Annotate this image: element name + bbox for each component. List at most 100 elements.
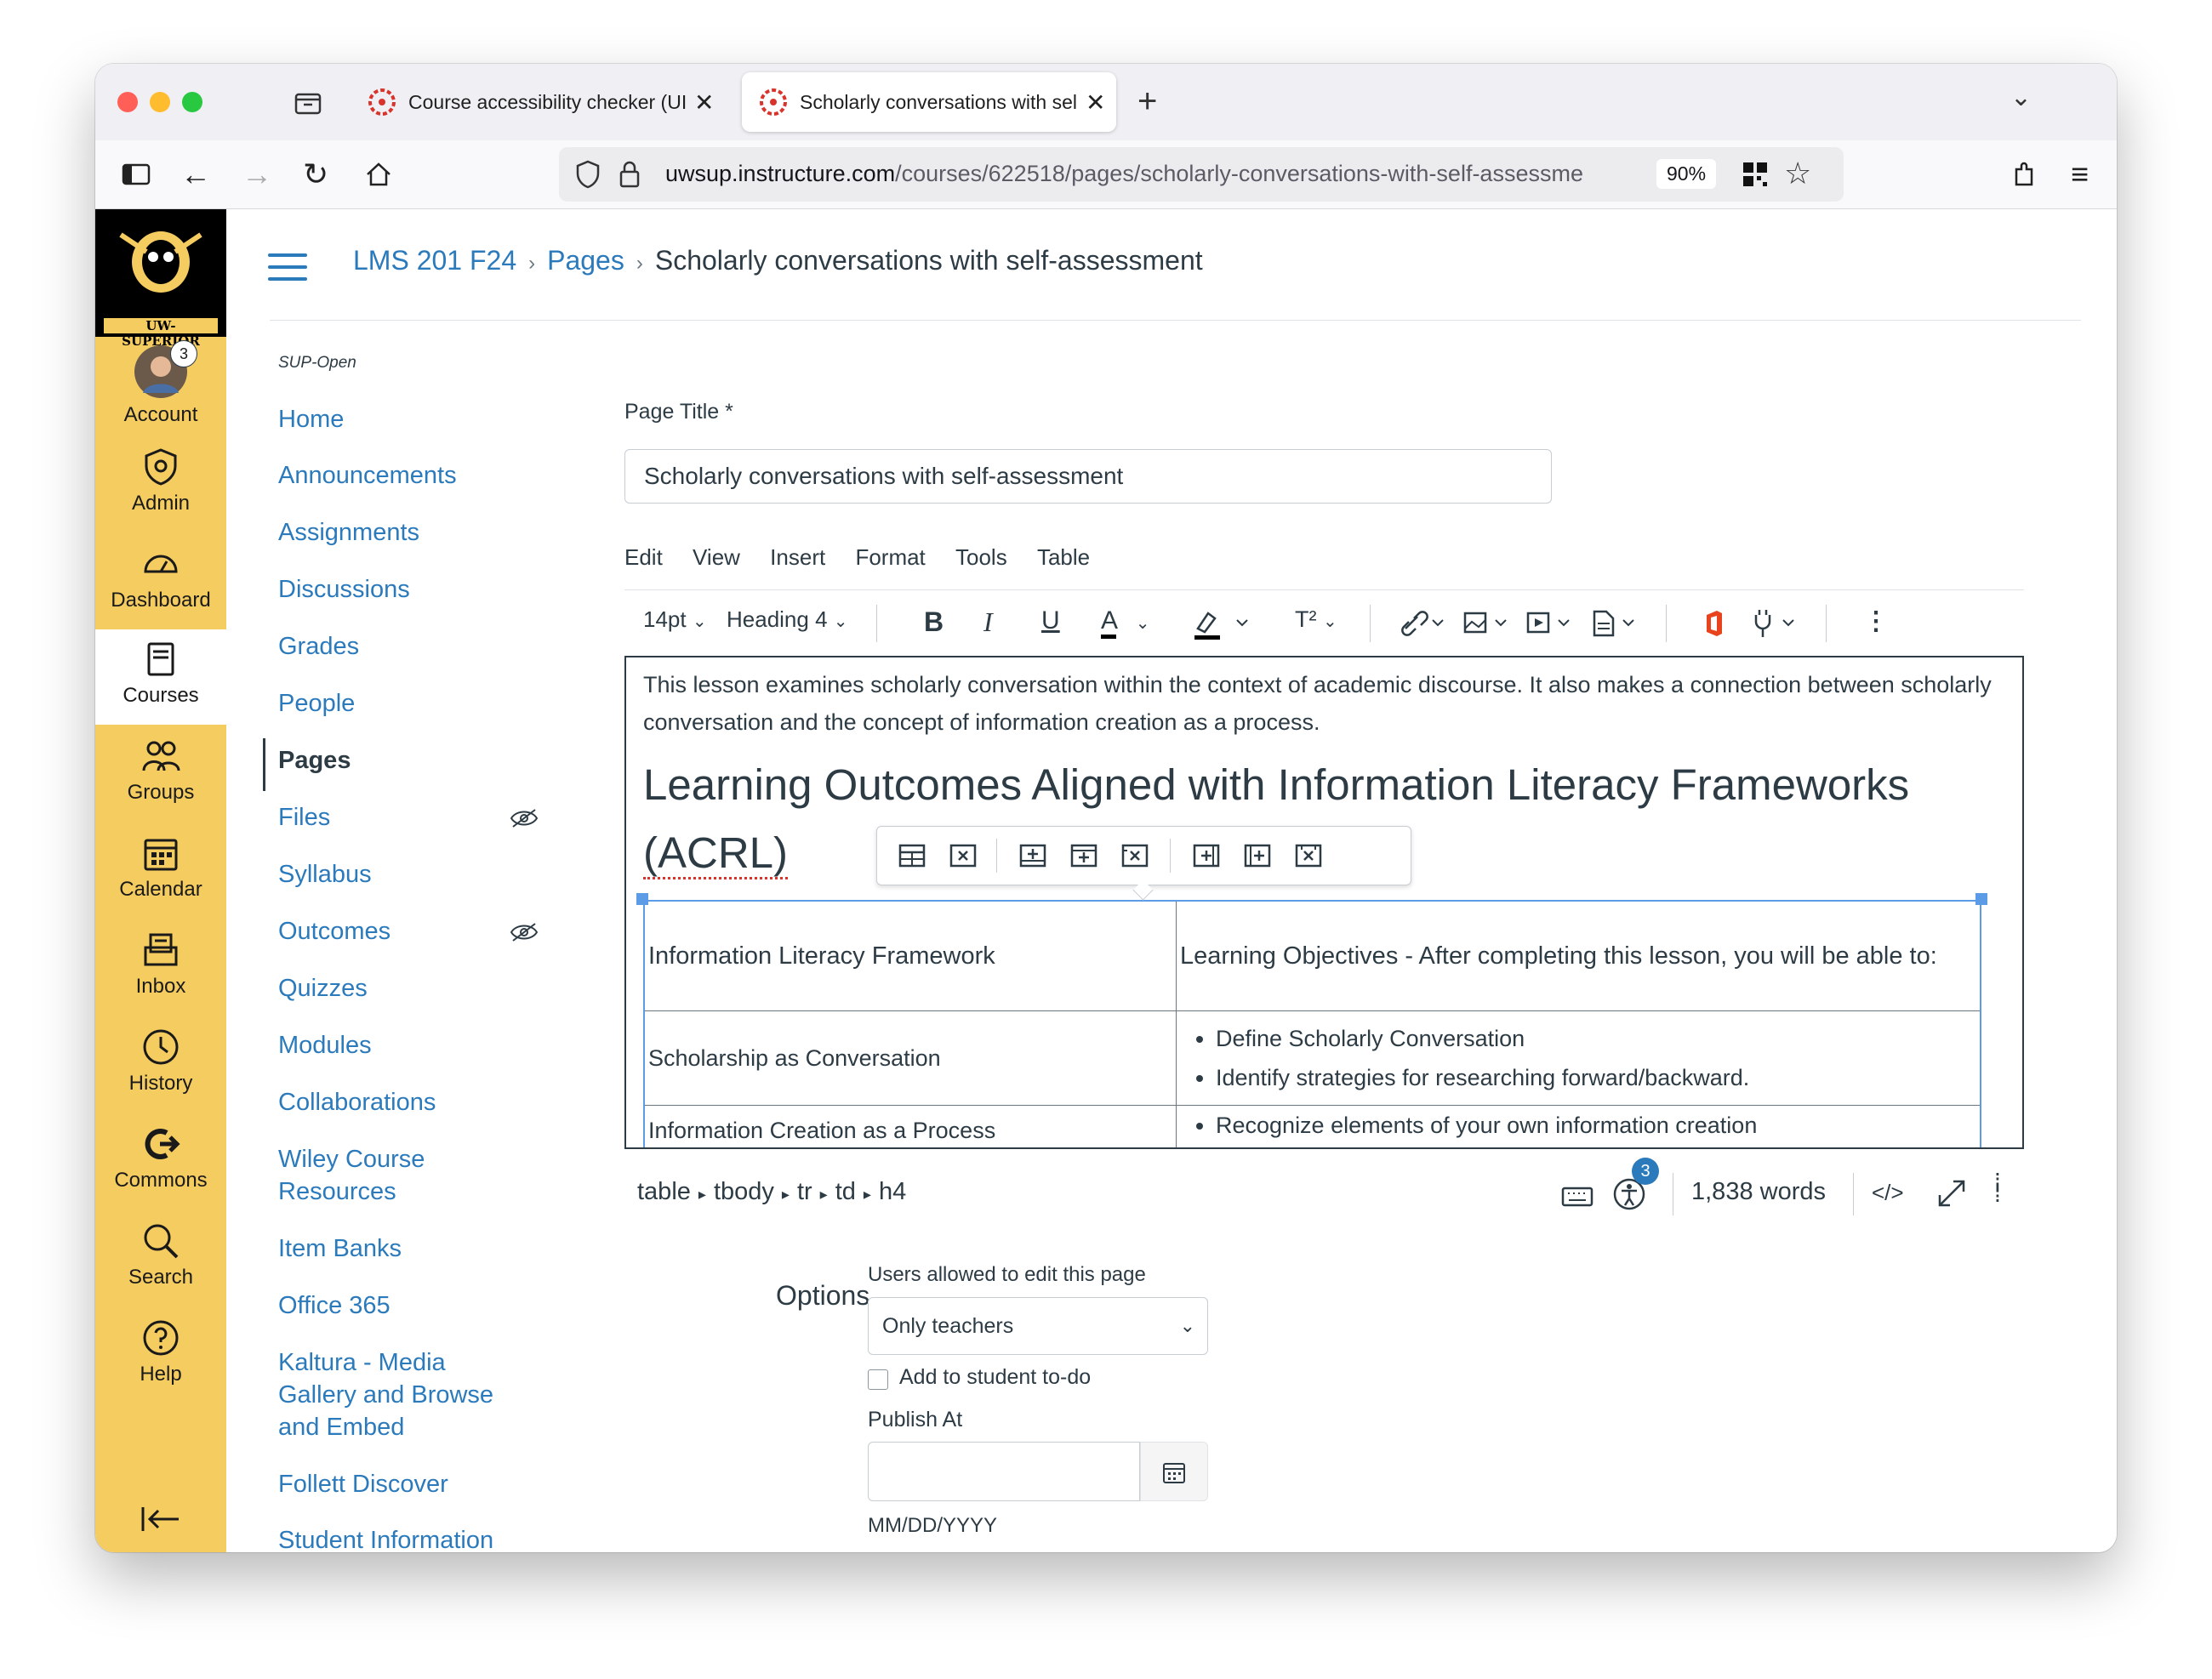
course-nav-kaltura[interactable]: Kaltura - Media Gallery and Browse and E… <box>278 1346 499 1443</box>
superscript-icon[interactable]: T² ⌄ <box>1295 606 1337 633</box>
gnav-dashboard[interactable]: Dashboard <box>95 534 226 629</box>
course-nav-follett[interactable]: Follett Discover <box>278 1468 448 1500</box>
table-cell[interactable]: Recognize elements of your own informati… <box>1176 1105 1981 1147</box>
insert-column-after-icon[interactable] <box>1243 841 1272 870</box>
more-options-icon[interactable]: ⋮ <box>1863 606 1889 636</box>
qr-code-icon[interactable] <box>1742 161 1769 188</box>
course-nav-item-banks[interactable]: Item Banks <box>278 1232 402 1265</box>
menu-edit[interactable]: Edit <box>624 544 663 570</box>
path-item[interactable]: td <box>835 1178 856 1205</box>
resize-handle[interactable] <box>1975 893 1987 905</box>
media-icon[interactable] <box>1525 606 1576 640</box>
gnav-help[interactable]: Help <box>95 1308 226 1403</box>
gnav-admin[interactable]: Admin <box>95 437 226 532</box>
minimize-window-button[interactable] <box>150 92 170 112</box>
tab-accessibility-checker[interactable]: Course accessibility checker (UI ✕ <box>351 72 733 132</box>
gnav-courses[interactable]: Courses <box>95 629 226 725</box>
course-nav-modules[interactable]: Modules <box>278 1029 372 1061</box>
italic-icon[interactable]: I <box>983 606 993 638</box>
editor-content-area[interactable]: This lesson examines scholarly conversat… <box>624 656 2024 1149</box>
path-item[interactable]: tbody <box>714 1178 774 1205</box>
back-icon[interactable]: ← <box>180 157 211 191</box>
outcomes-table[interactable]: Information Literacy Framework Learning … <box>643 900 1981 1147</box>
maximize-window-button[interactable] <box>182 92 202 112</box>
menu-format[interactable]: Format <box>855 544 925 570</box>
menu-tools[interactable]: Tools <box>955 544 1007 570</box>
users-allowed-select[interactable]: Only teachers ⌄ <box>868 1297 1208 1355</box>
resize-handle[interactable] <box>636 893 648 905</box>
zoom-level[interactable]: 90% <box>1656 159 1717 189</box>
course-nav-syllabus[interactable]: Syllabus <box>278 858 372 891</box>
close-icon[interactable]: ✕ <box>1086 88 1105 117</box>
block-format-select[interactable]: Heading 4 ⌄ <box>727 606 848 633</box>
image-icon[interactable] <box>1462 606 1513 640</box>
path-item[interactable]: table <box>637 1178 691 1205</box>
new-tab-icon[interactable]: + <box>1137 83 1157 121</box>
close-icon[interactable]: ✕ <box>694 88 714 117</box>
plugin-icon[interactable] <box>1749 606 1800 640</box>
forward-icon[interactable]: → <box>242 157 272 191</box>
bold-icon[interactable]: B <box>924 606 944 638</box>
home-icon[interactable] <box>363 157 394 191</box>
word-count[interactable]: 1,838 words <box>1691 1178 1826 1206</box>
course-nav-collaborations[interactable]: Collaborations <box>278 1086 436 1118</box>
insert-row-before-icon[interactable] <box>1018 841 1047 870</box>
course-nav-grades[interactable]: Grades <box>278 630 359 663</box>
menu-table[interactable]: Table <box>1037 544 1090 570</box>
gnav-account[interactable]: 3 Account <box>95 339 226 434</box>
tab-overview-icon[interactable] <box>293 88 323 118</box>
breadcrumb-course-link[interactable]: LMS 201 F24 <box>353 245 516 276</box>
menu-icon[interactable]: ≡ <box>2071 157 2089 191</box>
office-365-icon[interactable] <box>1702 606 1727 640</box>
collapse-nav-icon[interactable] <box>140 1502 182 1536</box>
gnav-inbox[interactable]: Inbox <box>95 920 226 1016</box>
sidebar-toggle-icon[interactable] <box>121 157 151 191</box>
menu-view[interactable]: View <box>693 544 740 570</box>
url-text[interactable]: uwsup.instructure.com/courses/622518/pag… <box>665 161 1652 187</box>
course-nav-discussions[interactable]: Discussions <box>278 573 410 606</box>
gnav-search[interactable]: Search <box>95 1211 226 1306</box>
avatar[interactable]: 3 <box>133 340 197 400</box>
delete-row-icon[interactable] <box>1120 841 1149 870</box>
close-window-button[interactable] <box>117 92 138 112</box>
underline-icon[interactable]: U <box>1041 606 1060 635</box>
table-cell[interactable]: Scholarship as Conversation <box>643 1010 1177 1106</box>
html-editor-toggle[interactable]: </> <box>1872 1180 1904 1206</box>
course-nav-outcomes[interactable]: Outcomes <box>278 915 391 948</box>
course-nav-announcements[interactable]: Announcements <box>278 459 457 492</box>
delete-column-icon[interactable] <box>1294 841 1323 870</box>
gnav-groups[interactable]: Groups <box>95 726 226 822</box>
document-icon[interactable] <box>1589 606 1640 640</box>
course-nav-pages[interactable]: Pages <box>278 744 351 777</box>
path-item[interactable]: tr <box>797 1178 812 1205</box>
course-menu-toggle-icon[interactable] <box>268 253 307 282</box>
lock-icon[interactable] <box>617 159 642 190</box>
insert-column-before-icon[interactable] <box>1192 841 1221 870</box>
accessibility-checker-icon[interactable]: 3 <box>1611 1158 1659 1212</box>
course-nav-people[interactable]: People <box>278 687 355 720</box>
course-nav-home[interactable]: Home <box>278 403 344 435</box>
fullscreen-icon[interactable] <box>1935 1176 1969 1210</box>
publish-date-input[interactable] <box>868 1442 1140 1501</box>
student-todo-checkbox[interactable] <box>868 1369 888 1390</box>
course-nav-files[interactable]: Files <box>278 801 330 834</box>
table-properties-icon[interactable] <box>898 841 926 870</box>
calendar-picker-button[interactable] <box>1140 1442 1208 1501</box>
delete-table-icon[interactable] <box>949 841 978 870</box>
extensions-icon[interactable] <box>2010 157 2040 191</box>
breadcrumb-pages-link[interactable]: Pages <box>547 245 624 276</box>
url-bar[interactable]: uwsup.instructure.com/courses/622518/pag… <box>559 147 1844 202</box>
menu-insert[interactable]: Insert <box>770 544 825 570</box>
gnav-calendar[interactable]: Calendar <box>95 823 226 919</box>
table-cell[interactable]: Information Creation as a Process <box>643 1105 1177 1147</box>
link-icon[interactable] <box>1399 606 1450 640</box>
path-item[interactable]: h4 <box>879 1178 906 1205</box>
table-header-cell[interactable]: Information Literacy Framework <box>643 900 1177 1011</box>
course-nav-wiley[interactable]: Wiley Course Resources <box>278 1143 499 1208</box>
course-nav-student-info[interactable]: Student Information <box>278 1524 493 1550</box>
table-cell[interactable]: Define Scholarly Conversation Identify s… <box>1176 1010 1981 1106</box>
font-size-select[interactable]: 14pt ⌄ <box>643 606 707 633</box>
course-nav-assignments[interactable]: Assignments <box>278 516 419 549</box>
table-header-cell[interactable]: Learning Objectives - After completing t… <box>1176 900 1981 1011</box>
tab-scholarly-conversations[interactable]: Scholarly conversations with sel ✕ <box>742 72 1116 132</box>
